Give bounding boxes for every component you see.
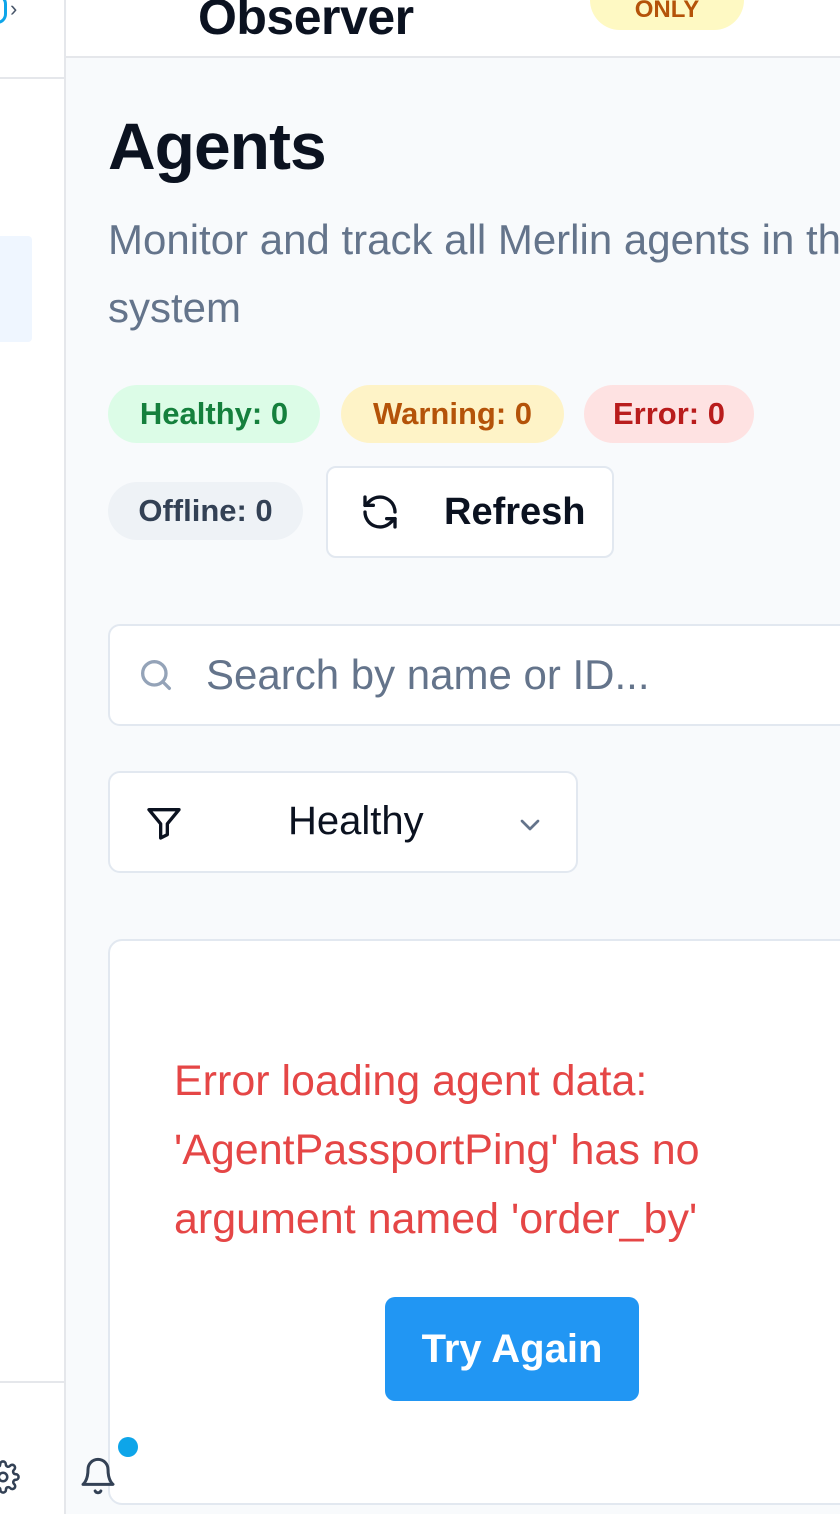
notification-dot bbox=[118, 1437, 138, 1457]
chevron-down-icon bbox=[520, 819, 540, 831]
logo-icon bbox=[0, 0, 7, 24]
error-card: Error loading agent data: 'AgentPassport… bbox=[108, 939, 840, 1505]
status-filter-select[interactable]: Healthy bbox=[108, 771, 578, 873]
sidebar: › bbox=[0, 0, 66, 1514]
sidebar-divider bbox=[0, 77, 64, 79]
error-message: Error loading agent data: 'AgentPassport… bbox=[174, 1057, 700, 1243]
filter-icon bbox=[147, 808, 181, 840]
refresh-button[interactable]: Refresh bbox=[326, 466, 614, 558]
gear-icon[interactable] bbox=[0, 1460, 20, 1494]
warning-count-badge: Warning: 0 bbox=[341, 385, 564, 443]
try-again-button[interactable]: Try Again bbox=[385, 1297, 639, 1401]
mode-badge: ONLY bbox=[590, 0, 744, 30]
header-fragment-icon: ⌒ bbox=[536, 0, 556, 16]
filter-selected-value: Healthy bbox=[288, 799, 424, 843]
bell-icon[interactable] bbox=[78, 1456, 118, 1496]
refresh-label: Refresh bbox=[444, 490, 586, 533]
search-icon bbox=[141, 660, 171, 690]
top-header: ⌒ Observer ONLY ⌒ bbox=[66, 0, 840, 58]
healthy-count-badge: Healthy: 0 bbox=[108, 385, 320, 443]
search-field[interactable] bbox=[108, 624, 840, 726]
app-title: Observer bbox=[198, 0, 414, 45]
sidebar-collapse-icon[interactable]: › bbox=[10, 0, 17, 22]
sidebar-item-active[interactable] bbox=[0, 236, 32, 342]
sidebar-divider bbox=[0, 1381, 64, 1383]
search-input[interactable] bbox=[204, 650, 840, 700]
error-count-badge: Error: 0 bbox=[584, 385, 754, 443]
header-menu-icon[interactable]: ⌒ bbox=[786, 0, 806, 17]
page-title: Agents bbox=[108, 109, 327, 183]
offline-count-badge: Offline: 0 bbox=[108, 482, 303, 540]
refresh-icon bbox=[363, 495, 397, 529]
page-description: Monitor and track all Merlin agents in t… bbox=[108, 216, 840, 331]
